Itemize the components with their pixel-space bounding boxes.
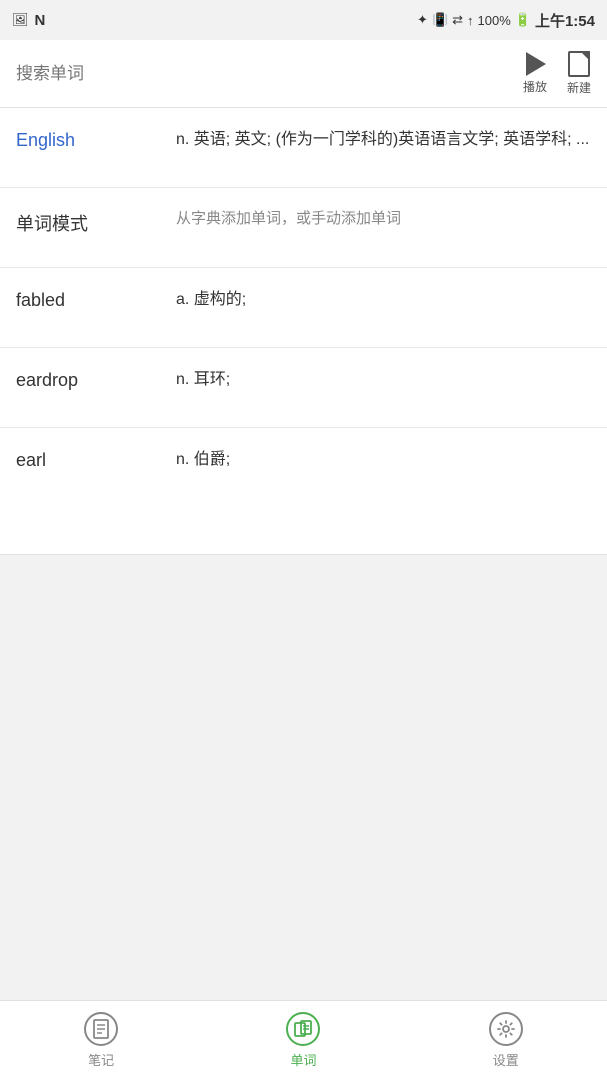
bluetooth-icon: ✦ xyxy=(417,12,428,28)
word-term: 单词模式 xyxy=(16,208,176,236)
word-term: fabled xyxy=(16,288,176,311)
word-definition: a. 虚构的; xyxy=(176,288,591,312)
search-bar: 播放 新建 xyxy=(0,40,607,108)
search-input[interactable] xyxy=(16,64,515,84)
word-term: English xyxy=(16,128,176,151)
wifi-icon: ⇄ xyxy=(452,12,463,28)
nav-label-settings: 设置 xyxy=(493,1050,519,1069)
status-time: 上午1:54 xyxy=(535,10,595,31)
settings-icon xyxy=(489,1012,523,1046)
new-button[interactable]: 新建 xyxy=(567,51,591,96)
word-term: earl xyxy=(16,448,176,471)
empty-area xyxy=(0,555,607,1001)
image-icon: 🖼 xyxy=(12,12,29,28)
words-svg xyxy=(293,1019,313,1039)
new-label: 新建 xyxy=(567,79,591,96)
status-right-icons: ✦ 📳 ⇄ ↑ 100% 🔋 上午1:54 xyxy=(417,10,595,31)
settings-svg xyxy=(496,1019,516,1039)
word-definition: n. 伯爵; xyxy=(176,448,591,472)
list-item[interactable]: English n. 英语; 英文; (作为一门学科的)英语语言文学; 英语学科… xyxy=(0,108,607,188)
word-list: English n. 英语; 英文; (作为一门学科的)英语语言文学; 英语学科… xyxy=(0,108,607,555)
notes-icon xyxy=(84,1012,118,1046)
nav-item-notes[interactable]: 笔记 xyxy=(64,1004,138,1077)
word-definition: n. 英语; 英文; (作为一门学科的)英语语言文学; 英语学科; ... xyxy=(176,128,591,152)
nav-item-words[interactable]: 单词 xyxy=(266,1004,340,1077)
bottom-nav: 笔记 单词 设置 xyxy=(0,1000,607,1080)
phone-icon: 📳 xyxy=(432,12,448,28)
play-icon xyxy=(526,52,546,76)
list-item[interactable]: earl n. 伯爵; xyxy=(0,428,607,508)
list-item[interactable]: fabled a. 虚构的; xyxy=(0,268,607,348)
play-label: 播放 xyxy=(523,78,547,95)
word-definition: 从字典添加单词，或手动添加单词 xyxy=(176,208,591,231)
signal-icon: ↑ xyxy=(467,13,474,28)
nav-item-settings[interactable]: 设置 xyxy=(469,1004,543,1077)
status-left-icons: 🖼 N xyxy=(12,12,45,29)
battery-icon: 🔋 xyxy=(515,12,531,28)
search-actions: 播放 新建 xyxy=(523,51,591,96)
list-item[interactable]: 单词模式 从字典添加单词，或手动添加单词 xyxy=(0,188,607,268)
play-button[interactable]: 播放 xyxy=(523,52,547,95)
words-icon xyxy=(286,1012,320,1046)
word-definition: n. 耳环; xyxy=(176,368,591,392)
status-bar: 🖼 N ✦ 📳 ⇄ ↑ 100% 🔋 上午1:54 xyxy=(0,0,607,40)
battery-text: 100% xyxy=(478,13,511,28)
nav-label-words: 单词 xyxy=(290,1050,316,1069)
word-term: eardrop xyxy=(16,368,176,391)
notes-svg xyxy=(92,1019,110,1039)
list-item[interactable]: eardrop n. 耳环; xyxy=(0,348,607,428)
nav-label-notes: 笔记 xyxy=(88,1050,114,1069)
new-icon xyxy=(568,51,590,77)
n-icon: N xyxy=(35,12,46,29)
